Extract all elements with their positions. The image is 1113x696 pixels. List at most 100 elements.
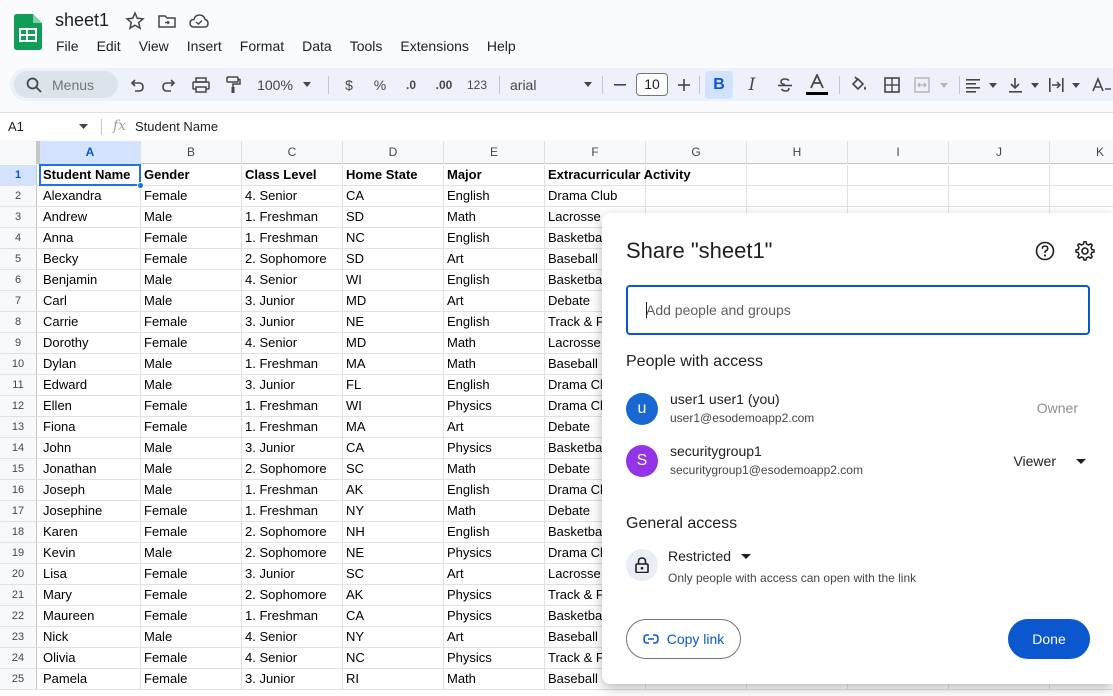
select-all-corner[interactable] <box>0 141 40 164</box>
header-cell[interactable] <box>848 165 949 185</box>
table-cell[interactable]: NE <box>343 312 444 332</box>
row-header[interactable]: 12 <box>0 396 37 416</box>
zoom-select[interactable]: 100% <box>254 68 314 101</box>
table-cell[interactable]: WI <box>343 270 444 290</box>
table-cell[interactable]: NY <box>343 627 444 647</box>
table-cell[interactable]: Female <box>141 396 242 416</box>
table-cell[interactable]: Edward <box>40 375 141 395</box>
table-cell[interactable]: Female <box>141 417 242 437</box>
header-cell[interactable] <box>1050 165 1113 185</box>
row-header[interactable]: 20 <box>0 564 37 584</box>
table-cell[interactable]: Female <box>141 312 242 332</box>
table-cell[interactable]: MA <box>343 417 444 437</box>
row-header[interactable]: 15 <box>0 459 37 479</box>
table-cell[interactable]: Male <box>141 375 242 395</box>
row-header[interactable]: 1 <box>0 165 37 185</box>
row-header[interactable]: 11 <box>0 375 37 395</box>
table-cell[interactable]: 2. Sophomore <box>242 249 343 269</box>
table-cell[interactable]: Male <box>141 207 242 227</box>
table-cell[interactable]: John <box>40 438 141 458</box>
table-cell[interactable]: 2. Sophomore <box>242 522 343 542</box>
table-cell[interactable]: Physics <box>444 543 545 563</box>
row-header[interactable]: 25 <box>0 669 37 689</box>
table-cell[interactable]: 3. Junior <box>242 438 343 458</box>
table-cell[interactable]: CA <box>343 438 444 458</box>
row-header[interactable]: 9 <box>0 333 37 353</box>
table-cell[interactable]: Math <box>444 207 545 227</box>
table-cell[interactable]: Anna <box>40 228 141 248</box>
table-cell[interactable]: Joseph <box>40 480 141 500</box>
borders-icon[interactable] <box>881 68 903 101</box>
row-header[interactable]: 18 <box>0 522 37 542</box>
decrease-font-size-icon[interactable] <box>612 68 628 101</box>
table-cell[interactable]: 1. Freshman <box>242 480 343 500</box>
table-cell[interactable]: English <box>444 480 545 500</box>
table-cell[interactable]: Male <box>141 543 242 563</box>
increase-decimal-button[interactable]: .00 <box>430 68 458 101</box>
table-cell[interactable]: Karen <box>40 522 141 542</box>
table-cell[interactable]: Math <box>444 333 545 353</box>
table-cell[interactable]: Female <box>141 606 242 626</box>
table-cell[interactable]: CA <box>343 186 444 206</box>
table-cell[interactable]: Pamela <box>40 669 141 689</box>
column-header-a[interactable]: A <box>40 141 141 164</box>
table-cell[interactable]: 2. Sophomore <box>242 459 343 479</box>
table-cell[interactable]: Female <box>141 228 242 248</box>
table-cell[interactable]: NE <box>343 543 444 563</box>
menu-tools[interactable]: Tools <box>341 36 392 56</box>
redo-icon[interactable] <box>158 68 180 101</box>
menu-view[interactable]: View <box>130 36 178 56</box>
row-header[interactable]: 13 <box>0 417 37 437</box>
table-cell[interactable]: Math <box>444 459 545 479</box>
table-cell[interactable]: NC <box>343 228 444 248</box>
table-cell[interactable]: Female <box>141 501 242 521</box>
table-cell[interactable]: Jonathan <box>40 459 141 479</box>
menu-edit[interactable]: Edit <box>88 36 130 56</box>
currency-format-button[interactable]: $ <box>339 68 359 101</box>
table-cell[interactable]: Female <box>141 333 242 353</box>
menu-extensions[interactable]: Extensions <box>391 36 477 56</box>
table-cell[interactable]: Female <box>141 249 242 269</box>
menus-search[interactable]: Menus <box>14 71 118 98</box>
table-cell[interactable]: Drama Club <box>545 186 646 206</box>
row-header[interactable]: 8 <box>0 312 37 332</box>
table-cell[interactable] <box>848 186 949 206</box>
column-header-b[interactable]: B <box>141 141 242 164</box>
table-cell[interactable]: 1. Freshman <box>242 417 343 437</box>
vertical-align-icon[interactable] <box>1007 68 1041 101</box>
header-cell[interactable] <box>646 165 747 185</box>
table-cell[interactable]: Female <box>141 585 242 605</box>
copy-link-button[interactable]: Copy link <box>626 619 741 659</box>
menu-data[interactable]: Data <box>293 36 341 56</box>
table-cell[interactable]: Carrie <box>40 312 141 332</box>
add-people-input[interactable] <box>626 285 1090 335</box>
strikethrough-icon[interactable] <box>774 68 796 101</box>
menu-file[interactable]: File <box>47 36 88 56</box>
table-cell[interactable]: SD <box>343 249 444 269</box>
row-header[interactable]: 21 <box>0 585 37 605</box>
table-cell[interactable]: Female <box>141 522 242 542</box>
column-header-g[interactable]: G <box>646 141 747 164</box>
table-cell[interactable]: Physics <box>444 396 545 416</box>
table-cell[interactable]: Dorothy <box>40 333 141 353</box>
text-wrapping-icon[interactable] <box>1048 68 1082 101</box>
table-cell[interactable]: Female <box>141 669 242 689</box>
table-cell[interactable] <box>747 186 848 206</box>
header-cell[interactable]: Class Level <box>242 165 343 185</box>
text-color-icon[interactable] <box>805 68 829 101</box>
table-cell[interactable]: 1. Freshman <box>242 396 343 416</box>
table-cell[interactable]: English <box>444 522 545 542</box>
table-cell[interactable]: SD <box>343 207 444 227</box>
table-cell[interactable]: Physics <box>444 606 545 626</box>
column-header-h[interactable]: H <box>747 141 848 164</box>
header-cell[interactable]: Extracurricular Activity <box>545 165 691 185</box>
table-cell[interactable]: Art <box>444 291 545 311</box>
italic-button[interactable]: I <box>742 68 762 101</box>
table-cell[interactable]: WI <box>343 396 444 416</box>
table-cell[interactable]: Olivia <box>40 648 141 668</box>
header-cell[interactable] <box>949 165 1050 185</box>
column-header-e[interactable]: E <box>444 141 545 164</box>
table-cell[interactable]: English <box>444 375 545 395</box>
header-cell[interactable]: Student Name <box>40 165 141 185</box>
table-cell[interactable]: English <box>444 228 545 248</box>
